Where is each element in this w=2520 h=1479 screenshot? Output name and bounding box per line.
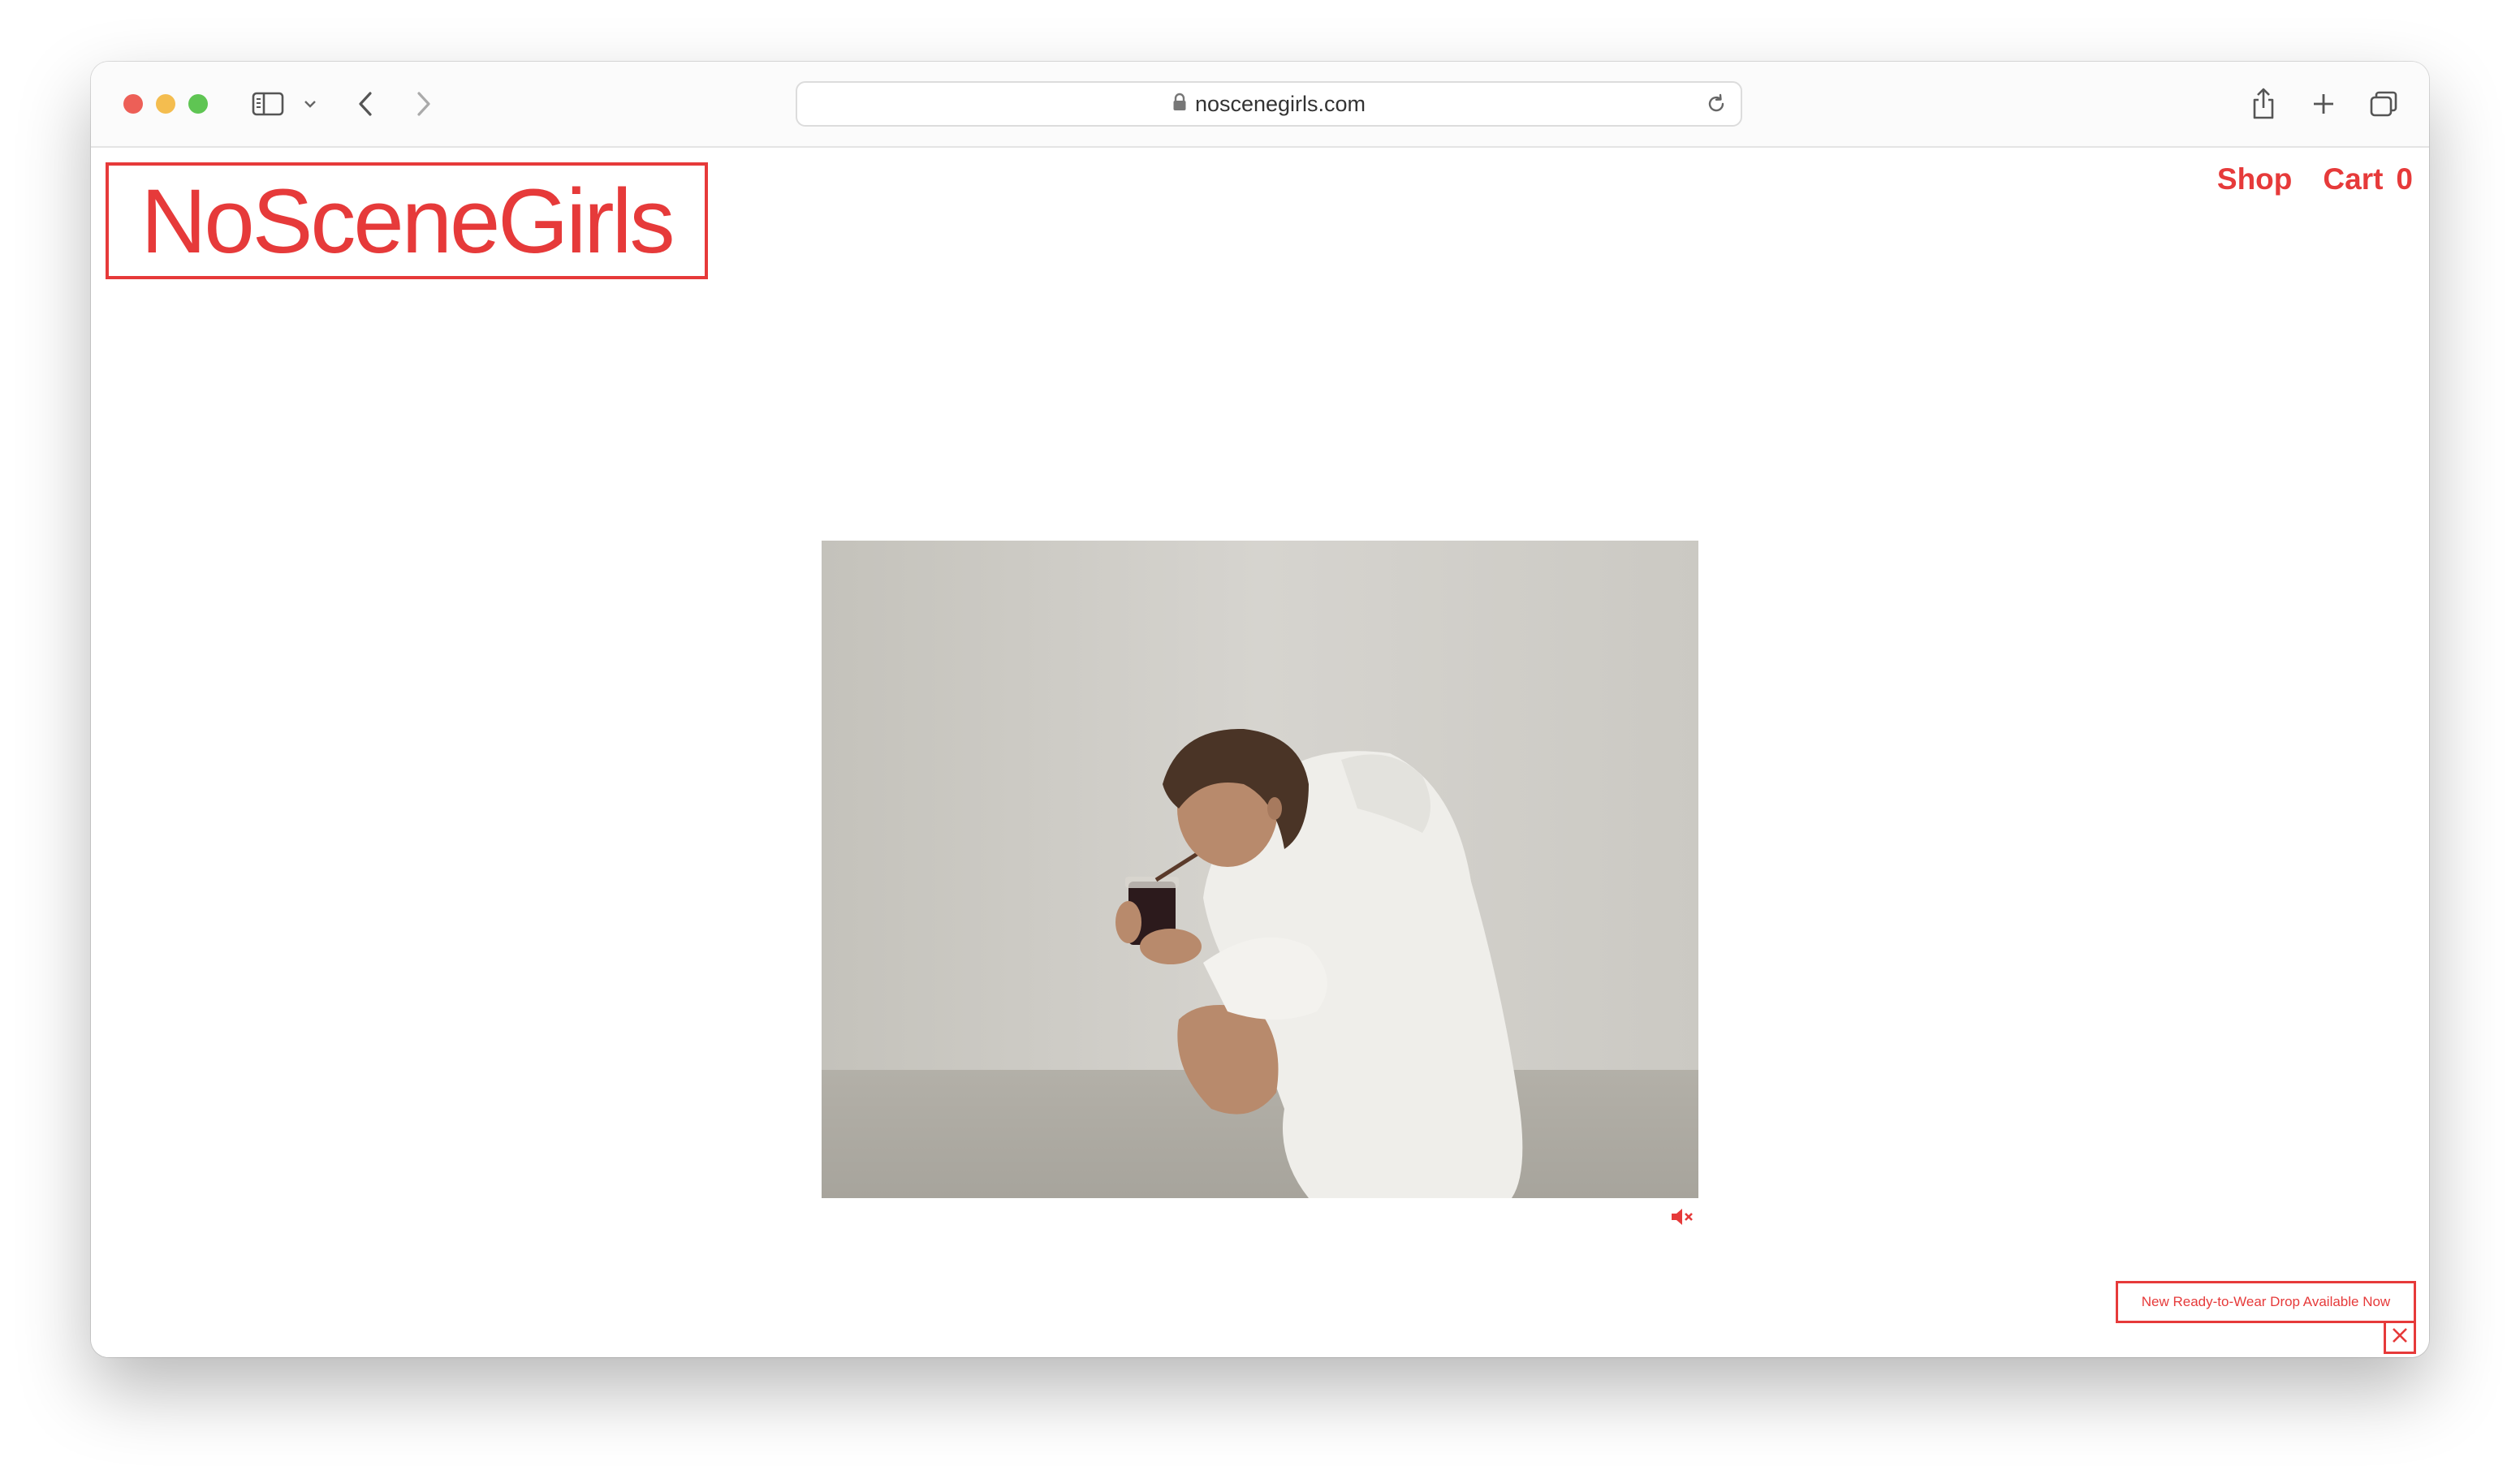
- cart-count: 0: [2396, 162, 2413, 196]
- promo-close-button[interactable]: [2384, 1323, 2416, 1354]
- hero-video-frame: [822, 541, 1698, 1198]
- share-icon[interactable]: [2247, 84, 2280, 123]
- plus-icon[interactable]: [2307, 84, 2340, 123]
- tabs-icon[interactable]: [2367, 84, 2400, 123]
- minimize-window-button[interactable]: [156, 94, 175, 114]
- promo-banner[interactable]: New Ready-to-Wear Drop Available Now: [2116, 1281, 2416, 1323]
- nav-cart-link[interactable]: Cart 0: [2323, 162, 2413, 196]
- close-window-button[interactable]: [123, 94, 143, 114]
- address-bar[interactable]: noscenegirls.com: [796, 81, 1742, 127]
- chevron-right-icon[interactable]: [411, 84, 437, 123]
- site-logo[interactable]: NoSceneGirls: [106, 162, 708, 279]
- close-icon: [2391, 1326, 2409, 1348]
- zoom-window-button[interactable]: [188, 94, 208, 114]
- chevron-left-icon[interactable]: [352, 84, 378, 123]
- page-content: NoSceneGirls Shop Cart 0 New Ready-to-We…: [91, 148, 2429, 1357]
- nav-shop-link[interactable]: Shop: [2217, 162, 2292, 196]
- reload-icon[interactable]: [1705, 93, 1728, 119]
- cart-label: Cart: [2323, 162, 2384, 196]
- browser-toolbar: noscenegirls.com: [91, 62, 2429, 148]
- url-text: noscenegirls.com: [1194, 91, 1366, 116]
- site-nav: Shop Cart 0: [2217, 162, 2413, 196]
- sidebar-icon[interactable]: [250, 84, 286, 123]
- browser-window: noscenegirls.com NoSceneGirls Shop Cart …: [91, 62, 2429, 1357]
- mute-icon[interactable]: [1669, 1206, 1695, 1231]
- hero-video[interactable]: [822, 541, 1698, 1198]
- lock-icon: [1172, 93, 1187, 116]
- chevron-down-icon[interactable]: [300, 84, 320, 123]
